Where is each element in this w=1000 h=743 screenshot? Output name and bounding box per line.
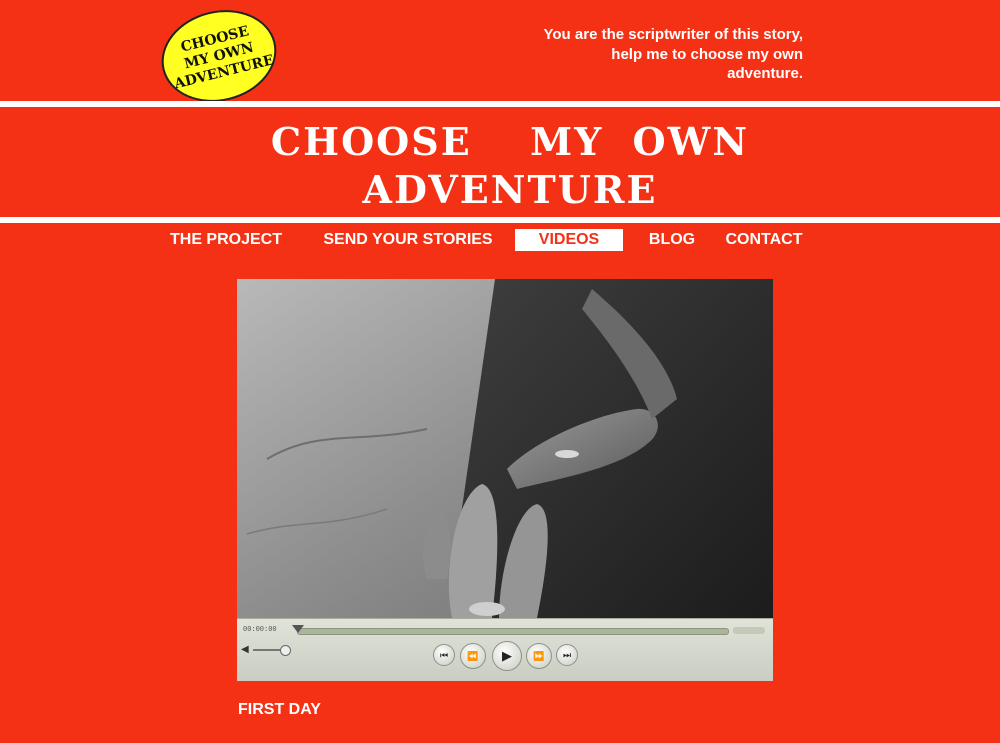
video-progress-track[interactable] — [297, 628, 729, 635]
site-logo-text: CHOOSE MY OWN ADVENTURE — [164, 19, 276, 93]
volume-knob[interactable] — [280, 645, 291, 656]
fast-forward-icon[interactable]: ⏩ — [526, 643, 552, 669]
title-line-2: ADVENTURE — [362, 167, 658, 212]
site-tagline: You are the scriptwriter of this story, … — [543, 26, 804, 82]
nav-item-send-your-stories[interactable]: SEND YOUR STORIES — [316, 229, 500, 251]
video-scrubber[interactable] — [292, 625, 304, 633]
rewind-icon[interactable]: ⏪ — [460, 643, 486, 669]
skip-back-icon[interactable]: ⏮ — [433, 644, 455, 666]
volume-icon[interactable]: ◀ — [241, 645, 251, 655]
nav-item-the-project[interactable]: THE PROJECT — [162, 229, 290, 251]
main-navigation: THE PROJECT SEND YOUR STORIES VIDEOS BLO… — [0, 229, 1000, 253]
site-logo-badge[interactable]: CHOOSE MY OWN ADVENTURE — [151, 0, 287, 114]
header-divider-bottom — [0, 217, 1000, 223]
page-title: CHOOSE MY OWN ADVENTURE — [250, 118, 770, 214]
video-caption: FIRST DAY — [238, 701, 321, 718]
header-divider-top — [0, 101, 1000, 107]
nav-item-contact[interactable]: CONTACT — [718, 229, 810, 251]
video-frame[interactable] — [237, 279, 773, 618]
video-timecode: 00:00:00 — [243, 626, 277, 634]
volume-slider[interactable] — [253, 649, 283, 651]
video-still-image — [237, 279, 773, 618]
nav-item-blog[interactable]: BLOG — [640, 229, 704, 251]
title-line-1: CHOOSE MY OWN — [270, 119, 750, 164]
skip-forward-icon[interactable]: ⏭ — [556, 644, 578, 666]
play-icon[interactable]: ▶ — [492, 641, 522, 671]
nav-item-videos[interactable]: VIDEOS — [515, 229, 623, 251]
video-progress-end — [733, 627, 765, 634]
video-controls: 00:00:00 ◀ ⏮ ⏪ ▶ ⏩ ⏭ — [237, 618, 773, 681]
video-player[interactable]: 00:00:00 ◀ ⏮ ⏪ ▶ ⏩ ⏭ — [237, 279, 773, 681]
